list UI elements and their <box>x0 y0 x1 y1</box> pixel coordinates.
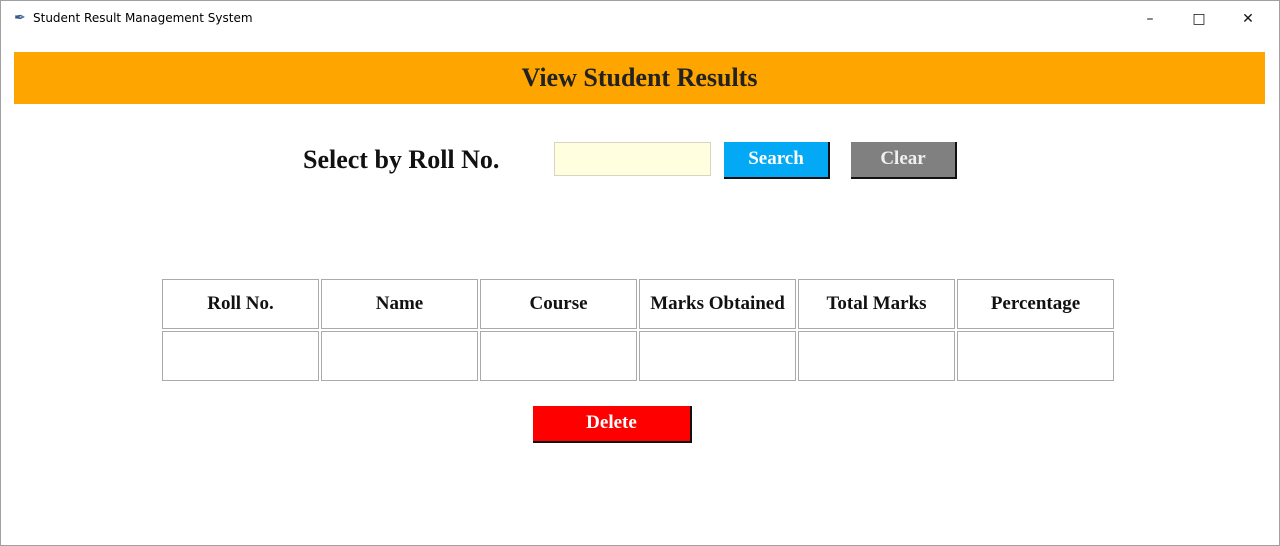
table-cell[interactable] <box>957 331 1114 381</box>
table-cell[interactable] <box>321 331 478 381</box>
column-header[interactable]: Percentage <box>957 279 1114 329</box>
column-header[interactable]: Total Marks <box>798 279 955 329</box>
maximize-button[interactable]: □ <box>1176 5 1222 33</box>
column-header[interactable]: Roll No. <box>162 279 319 329</box>
table-cell[interactable] <box>798 331 955 381</box>
table-cell[interactable] <box>480 331 637 381</box>
page-title: View Student Results <box>14 52 1265 104</box>
title-bar: ✒ Student Result Management System – □ ✕ <box>1 1 1279 37</box>
roll-no-label: Select by Roll No. <box>303 145 500 174</box>
app-window: ✒ Student Result Management System – □ ✕… <box>0 0 1280 546</box>
close-button[interactable]: ✕ <box>1225 5 1271 33</box>
window-title: Student Result Management System <box>33 11 253 25</box>
table-cell[interactable] <box>639 331 796 381</box>
feather-icon: ✒ <box>14 11 26 26</box>
column-header[interactable]: Marks Obtained <box>639 279 796 329</box>
results-table: Roll No. Name Course Marks Obtained Tota… <box>160 277 1116 383</box>
table-row[interactable] <box>162 331 1114 381</box>
column-header[interactable]: Name <box>321 279 478 329</box>
roll-no-input[interactable] <box>554 142 711 176</box>
search-button[interactable]: Search <box>724 142 830 179</box>
delete-button[interactable]: Delete <box>533 406 692 443</box>
minimize-button[interactable]: – <box>1127 5 1173 33</box>
column-header[interactable]: Course <box>480 279 637 329</box>
clear-button[interactable]: Clear <box>851 142 957 179</box>
table-cell[interactable] <box>162 331 319 381</box>
table-header-row: Roll No. Name Course Marks Obtained Tota… <box>162 279 1114 329</box>
